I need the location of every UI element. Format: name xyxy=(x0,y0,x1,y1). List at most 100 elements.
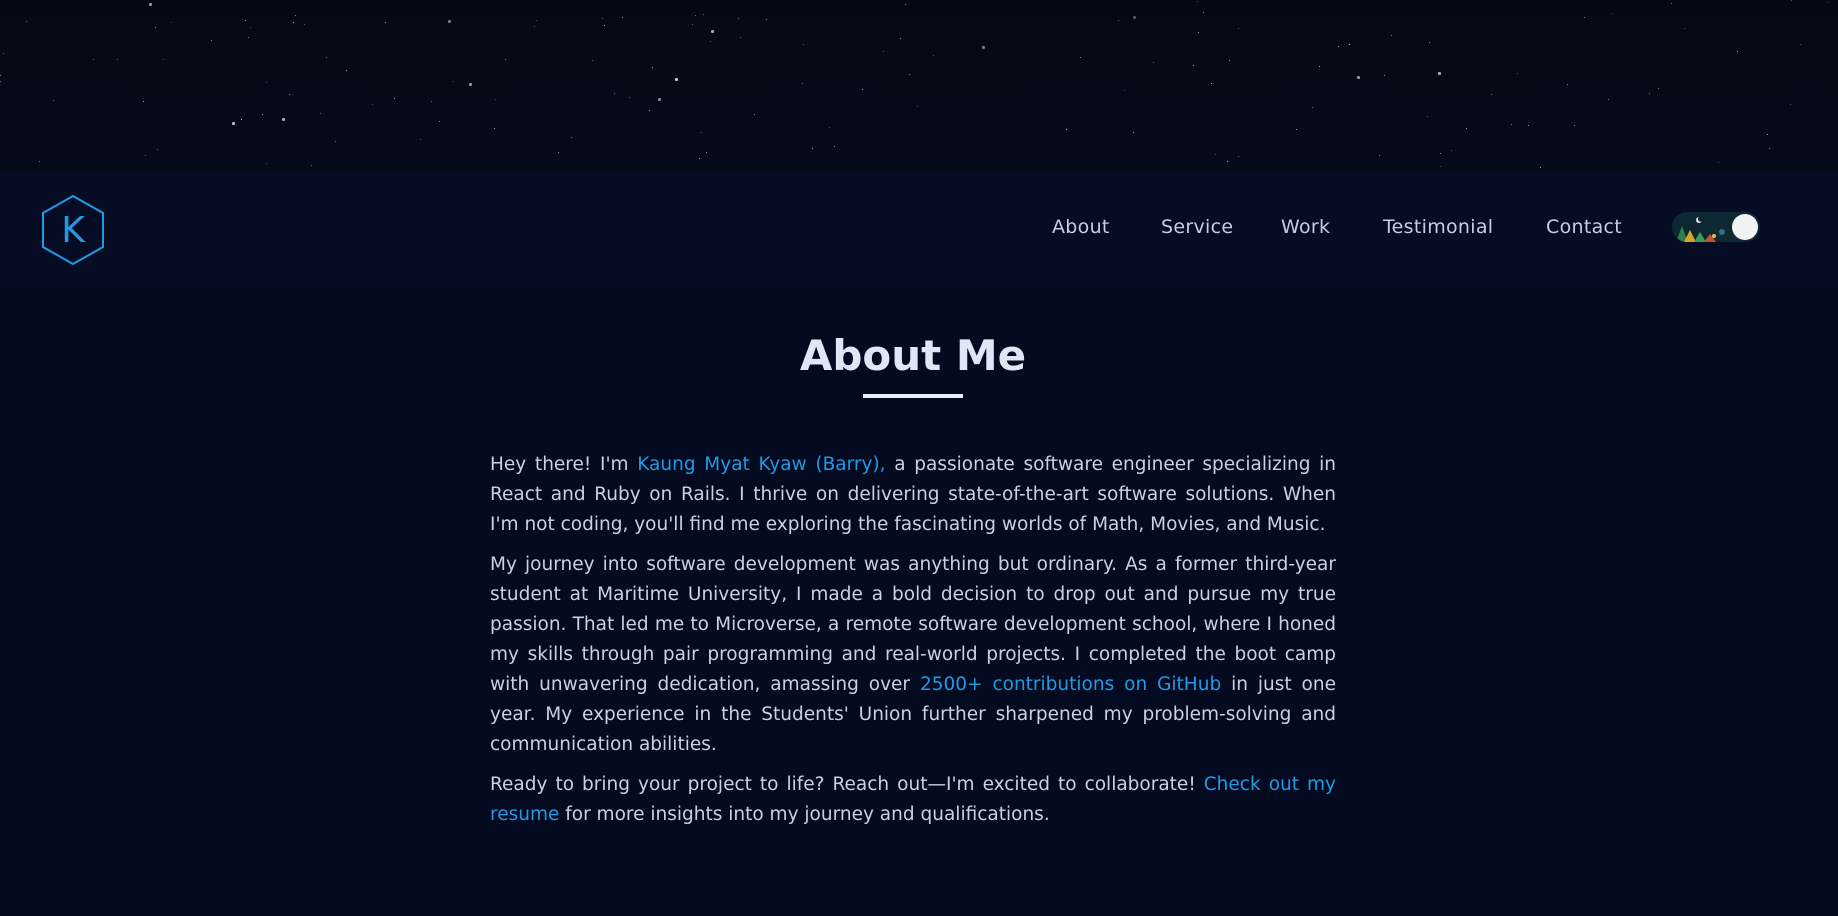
star-dot xyxy=(420,139,421,140)
star-dot xyxy=(692,24,694,26)
star-dot xyxy=(982,46,985,49)
star-dot xyxy=(250,27,251,28)
star-dot xyxy=(1427,116,1429,118)
star-dot xyxy=(346,70,347,71)
star-dot xyxy=(53,100,55,102)
star-dot xyxy=(232,122,235,125)
star-dot xyxy=(262,114,263,115)
star-dot xyxy=(145,155,147,157)
star-dot xyxy=(439,121,440,122)
about-paragraph-journey: My journey into software development was… xyxy=(490,550,1336,760)
star-dot xyxy=(1612,13,1614,15)
site-header: K About Service Work Testimonial Contact xyxy=(0,172,1838,287)
star-dot xyxy=(711,30,714,33)
star-dot xyxy=(1718,162,1720,164)
nav-service[interactable]: Service xyxy=(1161,216,1233,238)
star-dot xyxy=(883,51,885,53)
star-dot xyxy=(1528,125,1529,126)
star-dot xyxy=(812,148,813,149)
star-dot xyxy=(266,163,268,165)
nav-about[interactable]: About xyxy=(1052,216,1110,238)
star-dot xyxy=(1227,161,1229,163)
star-dot xyxy=(803,44,805,46)
star-dot xyxy=(143,101,144,102)
star-dot xyxy=(163,59,164,60)
star-dot xyxy=(1684,28,1686,30)
star-dot xyxy=(39,161,41,163)
star-dot xyxy=(829,127,831,129)
star-dot xyxy=(245,20,246,21)
intro-text-start: Hey there! I'm xyxy=(490,454,638,475)
star-dot xyxy=(534,26,535,27)
star-dot xyxy=(571,137,573,139)
star-dot xyxy=(602,18,604,20)
star-dot xyxy=(295,15,297,17)
star-dot xyxy=(117,59,119,61)
nav-testimonial[interactable]: Testimonial xyxy=(1383,216,1493,238)
star-dot xyxy=(834,146,835,147)
star-dot xyxy=(157,149,159,151)
about-paragraph-cta: Ready to bring your project to life? Rea… xyxy=(490,770,1336,830)
star-dot xyxy=(1379,155,1380,156)
star-dot xyxy=(1827,2,1829,4)
star-dot xyxy=(1440,153,1441,154)
star-dot xyxy=(1296,129,1297,130)
star-dot xyxy=(1800,44,1801,45)
star-dot xyxy=(93,59,95,61)
star-dot xyxy=(1491,94,1492,95)
star-dot xyxy=(394,98,395,99)
star-dot xyxy=(703,14,704,15)
star-dot xyxy=(706,152,708,154)
cta-text-start: Ready to bring your project to life? Rea… xyxy=(490,774,1204,795)
star-dot xyxy=(0,75,2,77)
toggle-knob xyxy=(1732,214,1758,240)
star-dot xyxy=(862,89,863,90)
star-dot xyxy=(495,99,497,101)
star-dot xyxy=(320,113,322,115)
nav-contact[interactable]: Contact xyxy=(1546,216,1622,238)
star-dot xyxy=(701,132,703,134)
star-dot xyxy=(614,93,616,95)
star-dot xyxy=(1197,1,1198,2)
github-link[interactable]: 2500+ contributions on GitHub xyxy=(920,674,1221,695)
star-dot xyxy=(1080,57,1081,58)
star-dot xyxy=(917,106,919,108)
star-dot xyxy=(3,53,4,54)
star-dot xyxy=(1649,93,1651,95)
star-dot xyxy=(1440,166,1442,168)
star-dot xyxy=(431,101,433,103)
star-dot xyxy=(469,83,472,86)
star-dot xyxy=(248,37,249,38)
star-dot xyxy=(326,57,327,58)
star-dot xyxy=(592,60,594,62)
star-dot xyxy=(933,55,935,57)
star-dot xyxy=(266,82,267,83)
star-dot xyxy=(1429,42,1431,44)
star-dot xyxy=(1357,76,1360,79)
star-dot xyxy=(1511,124,1513,126)
star-dot xyxy=(1438,72,1441,75)
star-dot xyxy=(604,25,605,26)
star-dot xyxy=(304,24,306,26)
star-dot xyxy=(289,94,290,95)
star-dot xyxy=(1319,66,1320,67)
star-dot xyxy=(494,128,496,130)
nav-work[interactable]: Work xyxy=(1281,216,1330,238)
star-dot xyxy=(1124,90,1125,91)
star-dot xyxy=(695,15,697,17)
star-dot xyxy=(26,21,27,22)
about-content: Hey there! I'm Kaung Myat Kyaw (Barry), … xyxy=(490,450,1336,840)
star-dot xyxy=(1608,99,1610,101)
star-dot xyxy=(149,3,152,6)
star-dot xyxy=(293,22,294,23)
star-dot xyxy=(335,141,336,142)
star-dot xyxy=(710,41,712,43)
star-dot xyxy=(1066,129,1067,130)
star-dot xyxy=(282,118,285,121)
star-dot xyxy=(171,22,172,23)
theme-toggle[interactable] xyxy=(1672,212,1760,242)
star-dot xyxy=(1338,46,1340,48)
name-link[interactable]: Kaung Myat Kyaw (Barry), xyxy=(637,454,885,475)
star-dot xyxy=(1517,73,1518,74)
star-dot xyxy=(675,78,678,81)
